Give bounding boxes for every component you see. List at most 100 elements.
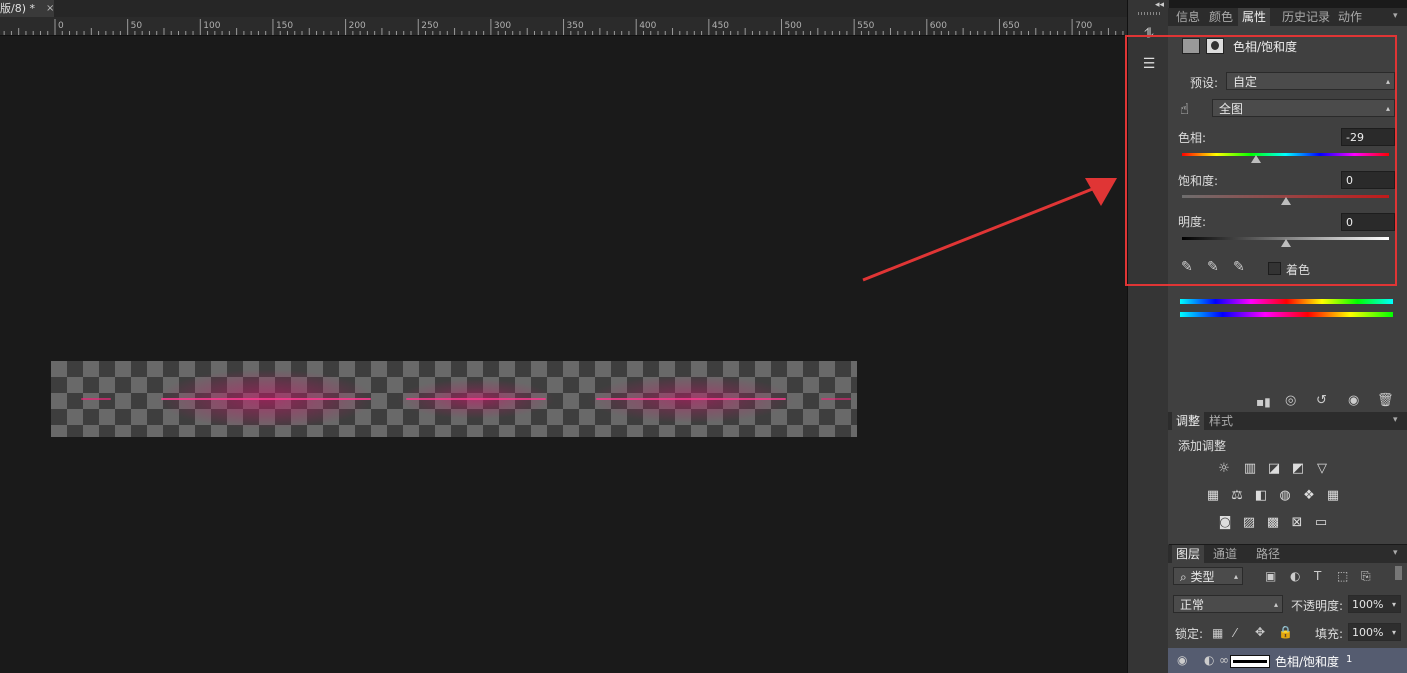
glow-streak [596, 398, 786, 400]
highlight-box [1125, 35, 1397, 286]
color-balance-icon[interactable]: ⚖ [1228, 488, 1246, 504]
layer-suffix: 1 [1346, 654, 1353, 665]
canvas-area[interactable] [0, 36, 1127, 673]
eye-icon[interactable]: ◉ [1177, 653, 1187, 667]
document-tab-title: 版/8) * [0, 2, 35, 15]
adjustments-tabs: 调整 样式 ▾ [1168, 412, 1407, 430]
reset-icon[interactable]: ↺ [1316, 393, 1327, 408]
tab-info[interactable]: 信息 [1172, 8, 1204, 26]
layer-filter-value: 类型 [1190, 570, 1215, 584]
layer-name[interactable]: 色相/饱和度 [1275, 653, 1339, 670]
tab-bar [54, 0, 1127, 17]
view-previous-icon[interactable]: ◎ [1285, 393, 1296, 408]
layer-filter-select[interactable]: ⌕ 类型 ▴ [1173, 567, 1243, 585]
ruler-label: 0 [58, 21, 64, 31]
ruler-label: 400 [639, 21, 656, 31]
tab-layers[interactable]: 图层 [1172, 545, 1205, 563]
channel-mixer-icon[interactable]: ❖ [1300, 488, 1318, 504]
hue-saturation-icon[interactable]: ▦ [1204, 488, 1222, 504]
tab-styles[interactable]: 样式 [1205, 412, 1237, 430]
panel-menu-icon[interactable]: ▾ [1393, 11, 1403, 21]
blend-mode-select[interactable]: 正常 ▴ [1173, 595, 1283, 613]
fill-input[interactable]: 100% ▾ [1348, 623, 1401, 641]
link-icon[interactable]: ∞ [1219, 653, 1229, 667]
visibility-icon[interactable]: ◉ [1348, 393, 1359, 408]
filter-shape-icon[interactable]: ⬚ [1337, 569, 1348, 583]
ruler-label: 300 [494, 21, 511, 31]
panel-grip[interactable] [1138, 12, 1160, 15]
opacity-value: 100% [1352, 598, 1384, 611]
ruler-label: 500 [785, 21, 802, 31]
document-tab[interactable]: 版/8) * × [0, 0, 54, 17]
tab-actions[interactable]: 动作 [1334, 8, 1366, 26]
ruler-label: 100 [203, 21, 220, 31]
filter-type-icon[interactable]: T [1314, 569, 1321, 583]
panel-menu-icon[interactable]: ▾ [1393, 548, 1403, 558]
spectrum-bar-result [1180, 312, 1393, 317]
filter-smart-object-icon[interactable]: ⎘ [1361, 569, 1371, 584]
lock-transparent-icon[interactable]: ▦ [1212, 626, 1223, 640]
opacity-label: 不透明度: [1291, 599, 1344, 613]
selective-color-icon[interactable]: ⊠ [1288, 515, 1306, 531]
glow-streak [406, 398, 546, 400]
invert-icon[interactable]: ◙ [1216, 515, 1234, 531]
ruler-label: 50 [131, 21, 143, 31]
canvas-image[interactable] [51, 361, 857, 437]
ruler-label: 600 [930, 21, 947, 31]
tab-history[interactable]: 历史记录 [1278, 8, 1334, 26]
posterize-icon[interactable]: ▨ [1240, 515, 1258, 531]
ruler-label: 700 [1075, 21, 1092, 31]
adjustment-layer-icon: ◐ [1204, 653, 1215, 667]
search-icon: ⌕ [1180, 570, 1191, 584]
fill-label: 填充: [1315, 627, 1344, 641]
adjustments-heading: 添加调整 [1178, 439, 1227, 453]
lock-brush-icon[interactable]: ⁄ [1234, 626, 1236, 640]
horizontal-ruler: 0 50 100 150 200 250 300 350 400 450 500 550 600 650 7… [0, 17, 1127, 36]
color-lookup-icon[interactable]: ▦ [1324, 488, 1342, 504]
levels-icon[interactable]: ▥ [1241, 461, 1259, 477]
chevron-updown-icon: ▴ [1273, 600, 1278, 609]
chevron-down-icon: ▾ [1391, 600, 1396, 609]
adjustments-panel: 调整 样式 ▾ 添加调整 ☼ ▥ ◪ ◩ ▽ ▦ ⚖ ◧ ◍ ❖ ▦ ◙ ▨ ▩… [1168, 412, 1407, 544]
chevron-down-icon: ▾ [1391, 628, 1396, 637]
layer-mask-thumbnail[interactable] [1230, 655, 1270, 668]
filter-pixel-icon[interactable]: ▣ [1265, 569, 1276, 583]
tab-properties[interactable]: 属性 [1238, 8, 1271, 26]
ruler-label: 550 [857, 21, 874, 31]
filter-adjustment-icon[interactable]: ◐ [1290, 569, 1300, 583]
lock-position-icon[interactable]: ✥ [1255, 625, 1265, 639]
brightness-icon[interactable]: ☼ [1215, 461, 1233, 477]
gradient-map-icon[interactable]: ▭ [1312, 515, 1330, 531]
panel-menu-icon[interactable]: ▾ [1393, 415, 1403, 425]
filter-toggle-icon[interactable] [1395, 566, 1402, 580]
lock-all-icon[interactable]: 🔒 [1278, 625, 1293, 639]
annotation-arrow [862, 178, 1117, 282]
black-white-icon[interactable]: ◧ [1252, 488, 1270, 504]
exposure-icon[interactable]: ◩ [1289, 461, 1307, 477]
fill-value: 100% [1352, 626, 1384, 639]
blend-mode-value: 正常 [1180, 598, 1205, 612]
ruler-label: 450 [712, 21, 729, 31]
glow-streak [81, 398, 111, 400]
layer-row[interactable]: ◉ ◐ ∞ 色相/饱和度 1 [1168, 648, 1407, 673]
clip-to-layer-icon[interactable]: ▪▮ [1256, 395, 1271, 409]
curves-icon[interactable]: ◪ [1265, 461, 1283, 477]
photo-filter-icon[interactable]: ◍ [1276, 488, 1294, 504]
chevron-updown-icon: ▴ [1233, 572, 1238, 581]
collapse-panels-icon[interactable]: ◂◂ [1155, 0, 1164, 10]
vibrance-icon[interactable]: ▽ [1313, 461, 1331, 477]
threshold-icon[interactable]: ▩ [1264, 515, 1282, 531]
tab-paths[interactable]: 路径 [1252, 545, 1284, 563]
tab-color[interactable]: 颜色 [1205, 8, 1237, 26]
layers-panel: 图层 通道 路径 ▾ ⌕ 类型 ▴ ▣ ◐ T ⬚ ⎘ 正常 ▴ 不透明度: 1… [1168, 545, 1407, 673]
ruler-label: 350 [567, 21, 584, 31]
ruler-label: 150 [276, 21, 293, 31]
tab-adjustments[interactable]: 调整 [1172, 412, 1205, 430]
trash-icon[interactable]: 🗑 [1377, 393, 1394, 408]
glow-streak [821, 398, 851, 400]
tab-channels[interactable]: 通道 [1209, 545, 1241, 563]
properties-tabs: 信息 颜色 属性 历史记录 动作 ▾ [1168, 8, 1407, 26]
lock-label: 锁定: [1175, 627, 1204, 641]
opacity-input[interactable]: 100% ▾ [1348, 595, 1401, 613]
ruler-label: 650 [1002, 21, 1019, 31]
